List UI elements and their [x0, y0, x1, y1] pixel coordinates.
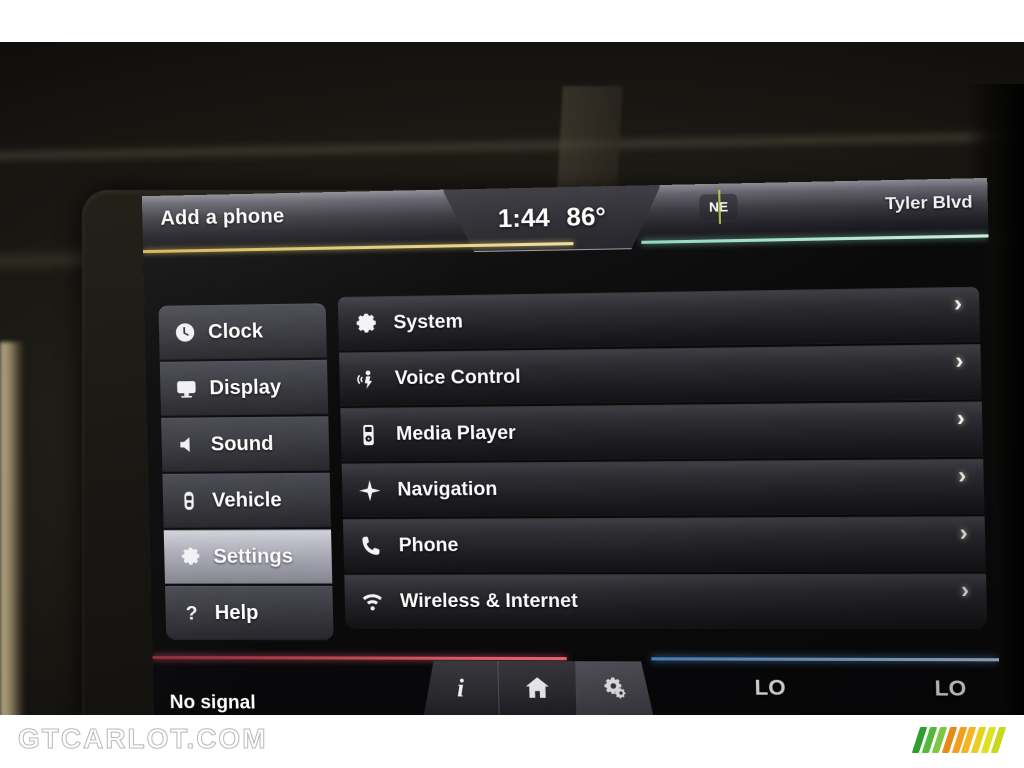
- gear-icon: [352, 310, 379, 337]
- svg-text:?: ?: [186, 603, 198, 624]
- photo-top-letterbox: [0, 0, 1024, 42]
- voice-icon: [354, 366, 381, 393]
- sidebar-item-settings[interactable]: Settings: [163, 529, 333, 584]
- list-item-label: Voice Control: [394, 365, 521, 389]
- sidebar-item-help[interactable]: ? Help: [165, 585, 334, 641]
- home-button[interactable]: [499, 661, 578, 718]
- sound-icon: [175, 433, 200, 457]
- list-item-label: Wireless & Internet: [399, 590, 578, 612]
- chevron-right-icon: ›: [956, 404, 966, 431]
- sidebar-item-label: Vehicle: [211, 488, 282, 512]
- display-icon: [174, 376, 199, 400]
- chevron-right-icon: ›: [955, 347, 964, 374]
- watermark-strip: GTCARLOT.COM: [0, 715, 1024, 768]
- sidebar-item-clock[interactable]: Clock: [158, 303, 327, 360]
- info-button[interactable]: i: [422, 661, 500, 718]
- question-icon: ?: [179, 601, 204, 625]
- info-icon: i: [456, 675, 465, 703]
- bottom-tray: i: [422, 661, 654, 719]
- accent-line-red: [152, 655, 567, 661]
- settings-list: System › Voice Control › Media Player › …: [337, 286, 988, 629]
- list-item-voice-control[interactable]: Voice Control ›: [339, 344, 982, 407]
- dashboard-vent: [557, 86, 623, 191]
- compass-badge: NE: [699, 193, 738, 221]
- sidebar-item-label: Clock: [207, 319, 264, 343]
- clock-icon: [173, 320, 198, 344]
- list-item-system[interactable]: System ›: [337, 286, 981, 351]
- driver-temp-value[interactable]: LO: [754, 676, 786, 701]
- screenshot-root: Add a phone Tyler Blvd 1:44 86° NE Clock…: [0, 0, 1024, 768]
- settings-icon: [601, 674, 629, 706]
- sidebar-item-label: Help: [214, 601, 259, 624]
- watermark-text: GTCARLOT.COM: [18, 723, 268, 755]
- dashboard-seam-upper: [0, 127, 1024, 165]
- chevron-right-icon: ›: [953, 290, 963, 317]
- accent-line-blue: [651, 657, 1000, 662]
- list-item-label: System: [393, 310, 464, 334]
- sidebar-item-label: Display: [209, 375, 282, 399]
- wifi-icon: [359, 588, 386, 614]
- dashboard-left-trim: [0, 342, 26, 768]
- infotainment-screen: Add a phone Tyler Blvd 1:44 86° NE Clock…: [141, 177, 1001, 721]
- list-item-phone[interactable]: Phone ›: [342, 516, 986, 573]
- settings-sidebar: Clock Display Sound Vehicle Settings ? H…: [158, 303, 334, 641]
- sidebar-item-label: Settings: [213, 545, 294, 568]
- gear-icon: [178, 545, 203, 569]
- list-item-label: Media Player: [395, 422, 516, 445]
- compass-star-icon: [356, 477, 383, 503]
- compass-heading: NE: [708, 199, 729, 215]
- vehicle-icon: [177, 489, 202, 513]
- list-item-navigation[interactable]: Navigation ›: [341, 458, 985, 518]
- status-location-text: Tyler Blvd: [884, 191, 973, 214]
- screen-surface: Add a phone Tyler Blvd 1:44 86° NE Clock…: [141, 177, 1001, 721]
- home-icon: [524, 674, 552, 706]
- list-item-media-player[interactable]: Media Player ›: [340, 401, 984, 462]
- sidebar-item-vehicle[interactable]: Vehicle: [162, 472, 331, 528]
- chevron-right-icon: ›: [957, 462, 967, 489]
- sidebar-item-label: Sound: [210, 432, 274, 456]
- list-item-wireless-internet[interactable]: Wireless & Internet ›: [344, 573, 988, 629]
- chevron-right-icon: ›: [960, 576, 970, 603]
- passenger-temp-value[interactable]: LO: [934, 677, 966, 702]
- watermark-logo-bars: [911, 727, 1007, 753]
- phone-icon: [358, 533, 385, 559]
- status-left-text[interactable]: Add a phone: [160, 205, 284, 231]
- media-player-icon: [355, 421, 382, 448]
- sidebar-item-sound[interactable]: Sound: [161, 416, 330, 472]
- sidebar-item-display[interactable]: Display: [159, 359, 329, 416]
- bottom-bar: No signal i LO LO: [152, 653, 1001, 721]
- settings-button[interactable]: [576, 661, 654, 719]
- list-item-label: Navigation: [397, 478, 498, 501]
- list-item-label: Phone: [398, 534, 459, 556]
- outside-temperature: 86°: [566, 202, 607, 232]
- signal-status-text: No signal: [169, 692, 256, 714]
- screen-body: Clock Display Sound Vehicle Settings ? H…: [143, 238, 999, 658]
- clock-time: 1:44: [497, 203, 551, 234]
- chevron-right-icon: ›: [959, 519, 968, 546]
